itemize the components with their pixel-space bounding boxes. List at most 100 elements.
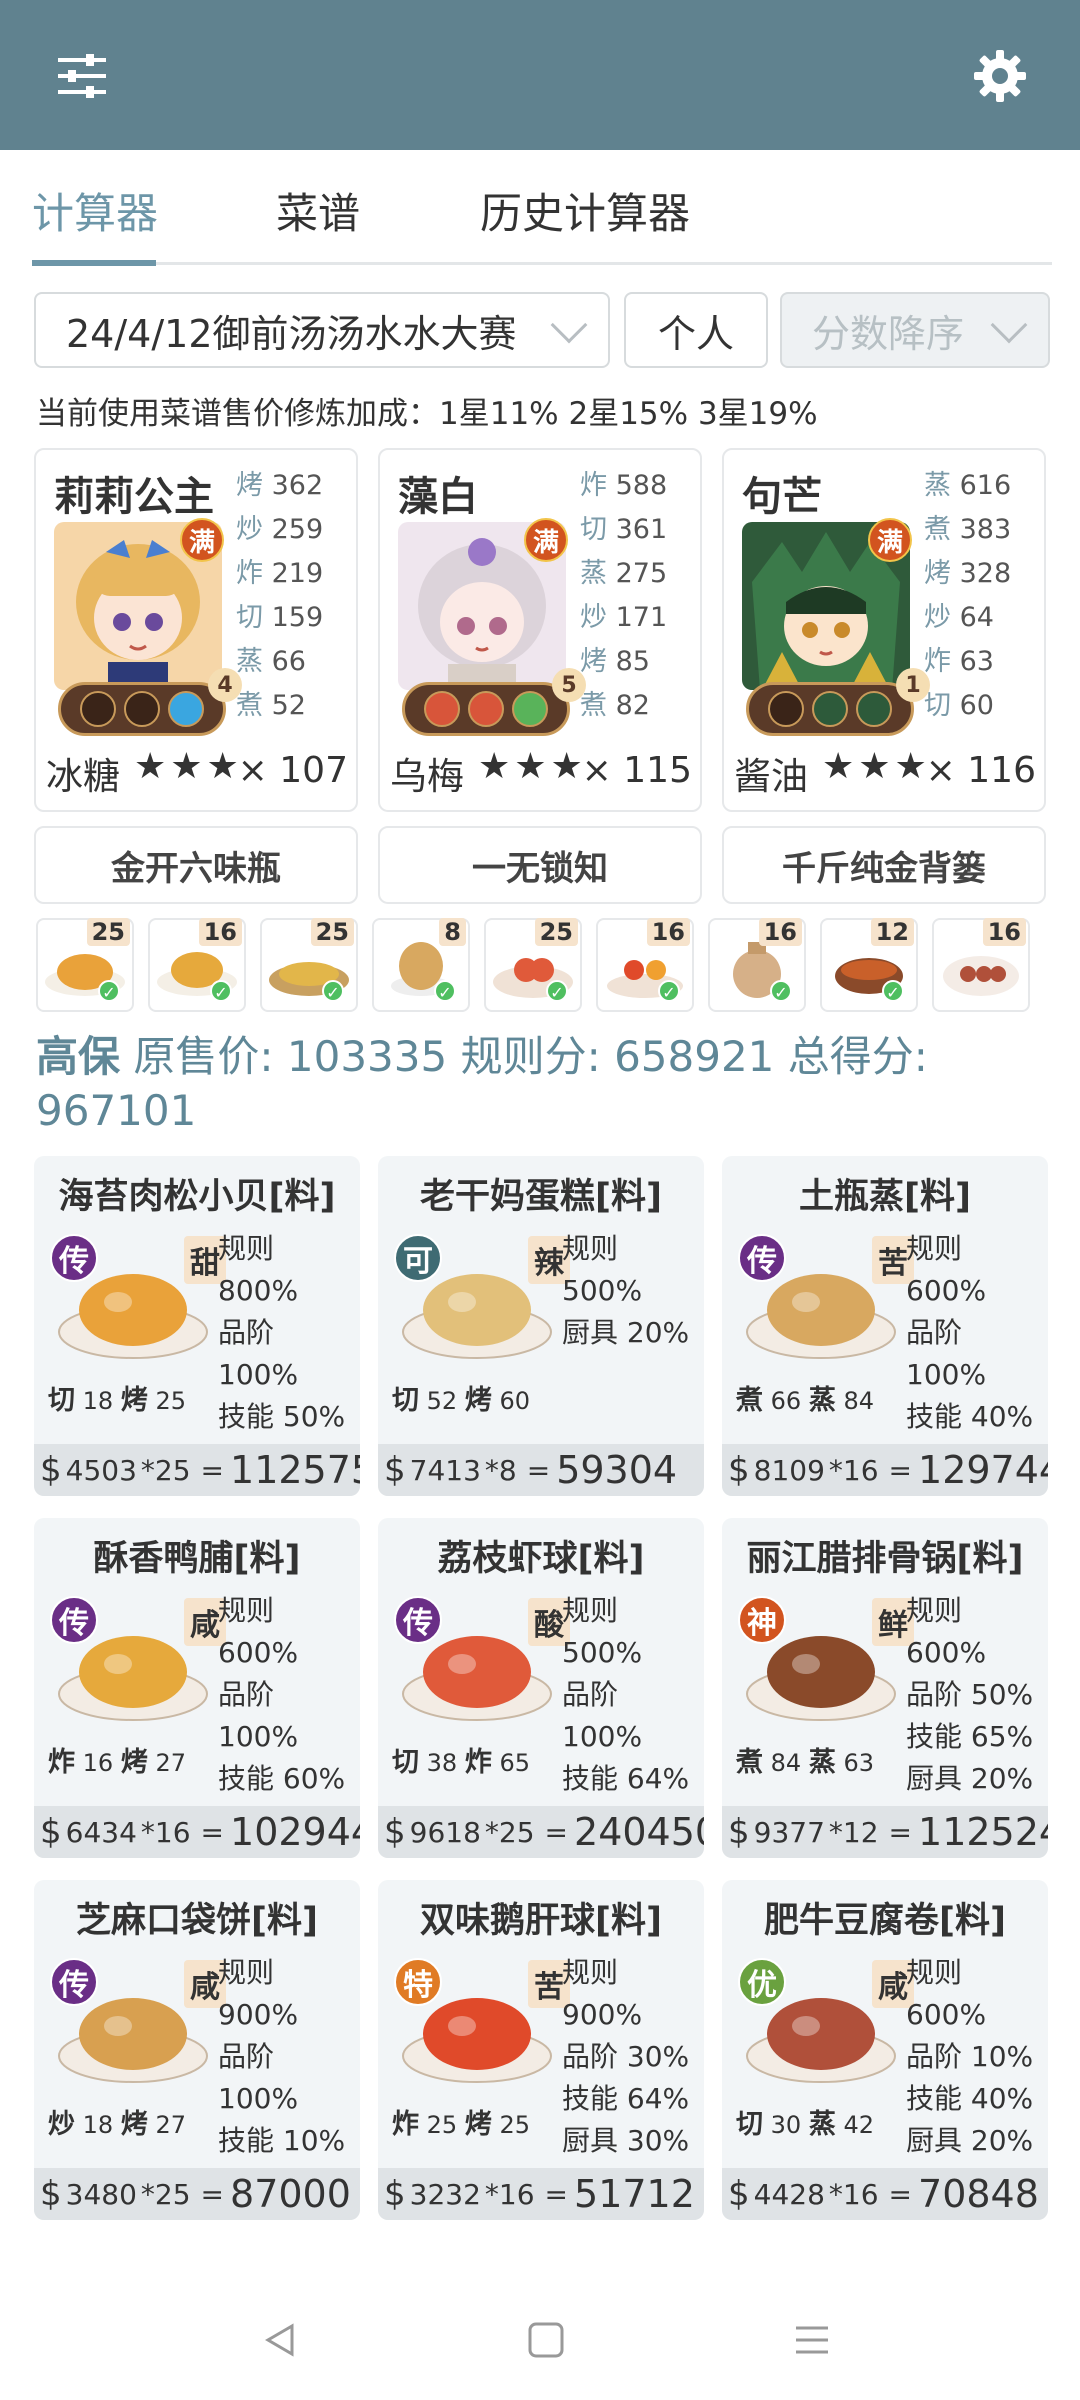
tab-divider bbox=[32, 262, 1052, 265]
stat-key: 蒸 bbox=[236, 646, 263, 677]
empty-slot-icon bbox=[80, 691, 116, 727]
rarity-badge: 传 bbox=[394, 1596, 442, 1644]
original-price: 103335 bbox=[286, 1032, 448, 1081]
rule-bonus: 技能 10% bbox=[218, 2124, 346, 2157]
stat-key: 炒 bbox=[924, 602, 951, 633]
equals-sign: = bbox=[200, 2177, 225, 2211]
rule-bonus: 技能 65% bbox=[906, 1720, 1034, 1753]
price-bar: $ 9618 *25 = 240450 bbox=[378, 1806, 704, 1858]
home-icon[interactable] bbox=[516, 2310, 576, 2370]
dish-thumb[interactable]: 16 ✓ bbox=[596, 918, 694, 1012]
sort-select[interactable]: 分数降序 bbox=[780, 292, 1050, 368]
rule-bonus: 厨具 20% bbox=[906, 2124, 1034, 2157]
dish-thumb[interactable]: 16 bbox=[932, 918, 1030, 1012]
rule-bonus: 规则 800% bbox=[218, 1232, 299, 1307]
rule-bonus: 厨具 20% bbox=[562, 1316, 690, 1349]
check-icon: ✓ bbox=[658, 980, 680, 1002]
price-bar: $ 3480 *25 = 87000 bbox=[34, 2168, 360, 2220]
rule-score: 658921 bbox=[614, 1032, 775, 1081]
dish-thumb[interactable]: 25 ✓ bbox=[36, 918, 134, 1012]
check-icon: ✓ bbox=[98, 980, 120, 1002]
quantity-multiplier: *8 bbox=[484, 1453, 517, 1487]
recipe-card[interactable]: 土瓶蒸[料] 传 苦 规则 600%品阶 100%技能 40%厨具 20%调料 … bbox=[722, 1156, 1048, 1496]
recipe-card[interactable]: 荔枝虾球[料] 传 酸 规则 500%品阶 100%技能 64%厨具 50%调料… bbox=[378, 1518, 704, 1858]
tab-history-calculator[interactable]: 历史计算器 bbox=[480, 180, 690, 241]
equals-sign: = bbox=[200, 1815, 225, 1849]
menu-icon[interactable] bbox=[782, 2310, 842, 2370]
price-bar: $ 6434 *16 = 102944 bbox=[34, 1806, 360, 1858]
dollar-icon: $ bbox=[384, 2174, 406, 2214]
recipe-total: 112575 bbox=[230, 1448, 360, 1492]
stat-value: 219 bbox=[271, 558, 324, 589]
skill-key: 煮 bbox=[736, 1747, 763, 1778]
tab-active-indicator bbox=[32, 260, 156, 266]
score-summary: 高保 原售价: 103335 规则分: 658921 总得分: 967101 bbox=[36, 1030, 1046, 1138]
skill-key: 炒 bbox=[48, 2109, 75, 2140]
dish-thumb[interactable]: 12 ✓ bbox=[820, 918, 918, 1012]
stat-key: 煮 bbox=[924, 514, 951, 545]
skill-value: 25 bbox=[155, 1387, 187, 1415]
equipment-button[interactable]: 金开六味瓶 bbox=[34, 826, 358, 904]
chef-card[interactable]: 句芒 蒸 616 煮 383 烤 328 炒 64 炸 63 切 60 满 1 … bbox=[722, 448, 1046, 812]
skill-key: 切 bbox=[736, 2109, 763, 2140]
recipe-card[interactable]: 双味鹅肝球[料] 特 苦 规则 900%品阶 30%技能 64%厨具 30%调料… bbox=[378, 1880, 704, 2220]
unit-price: 4428 bbox=[753, 2177, 825, 2211]
recipe-card[interactable]: 酥香鸭脯[料] 传 咸 规则 600%品阶 100%技能 60%厨具 20%调料… bbox=[34, 1518, 360, 1858]
price-bar: $ 9377 *12 = 112524 bbox=[722, 1806, 1048, 1858]
skill-key: 蒸 bbox=[808, 2109, 836, 2140]
contest-select[interactable]: 24/4/12御前汤汤水水大赛 bbox=[34, 292, 610, 368]
recipe-name: 芝麻口袋饼[料] bbox=[76, 1901, 318, 1941]
recipe-card[interactable]: 芝麻口袋饼[料] 传 咸 规则 900%品阶 100%技能 10%厨具 20%调… bbox=[34, 1880, 360, 2220]
recipe-card[interactable]: 丽江腊排骨锅[料] 神 鲜 规则 600%品阶 50%技能 65%厨具 20%调… bbox=[722, 1518, 1048, 1858]
tab-calculator[interactable]: 计算器 bbox=[32, 180, 158, 241]
skill-key: 切 bbox=[392, 1747, 419, 1778]
gear-icon[interactable] bbox=[960, 36, 1040, 116]
recipe-name: 双味鹅肝球[料] bbox=[420, 1901, 662, 1941]
chef-card[interactable]: 莉莉公主 烤 362 炒 259 炸 219 切 159 蒸 66 煮 52 满… bbox=[34, 448, 358, 812]
mode-select[interactable]: 个人 bbox=[624, 292, 768, 368]
rule-bonus: 品阶 100% bbox=[218, 2040, 299, 2115]
dish-thumb[interactable]: 25 ✓ bbox=[484, 918, 582, 1012]
back-icon[interactable] bbox=[250, 2310, 310, 2370]
bonus-info: 当前使用菜谱售价修炼加成：1星11% 2星15% 3星19% bbox=[36, 396, 818, 432]
recipe-total: 129744 bbox=[918, 1448, 1048, 1492]
equipment-button[interactable]: 千斤纯金背篓 bbox=[722, 826, 1046, 904]
skill-key: 切 bbox=[48, 1385, 75, 1416]
dollar-icon: $ bbox=[40, 1450, 62, 1490]
recipe-name: 土瓶蒸[料] bbox=[799, 1177, 971, 1217]
rule-bonus: 规则 900% bbox=[218, 1956, 299, 2031]
dish-thumb[interactable]: 16 ✓ bbox=[708, 918, 806, 1012]
unit-price: 4503 bbox=[65, 1453, 137, 1487]
dish-thumb[interactable]: 25 ✓ bbox=[260, 918, 358, 1012]
dish-thumb[interactable]: 8 ✓ bbox=[372, 918, 470, 1012]
skill-key: 蒸 bbox=[808, 1385, 836, 1416]
tab-bar: 计算器 菜谱 历史计算器 bbox=[0, 150, 1080, 268]
stat-key: 炒 bbox=[236, 514, 263, 545]
condiment-name: 冰糖 bbox=[46, 755, 120, 798]
tab-recipes[interactable]: 菜谱 bbox=[276, 180, 360, 241]
filter-sliders-icon[interactable] bbox=[42, 36, 122, 116]
contest-select-value: 24/4/12御前汤汤水水大赛 bbox=[66, 311, 517, 356]
rarity-badge: 传 bbox=[738, 1234, 786, 1282]
skill-value: 65 bbox=[499, 1749, 531, 1777]
recipe-card[interactable]: 老干妈蛋糕[料] 可 辣 规则 500% 厨具 20% 切 52 烤 60 $ 7… bbox=[378, 1156, 704, 1496]
rule-bonus: 规则 600% bbox=[906, 1594, 987, 1669]
skill-value: 25 bbox=[499, 2111, 531, 2139]
chef-stats: 炸 588 切 361 蒸 275 炒 171 烤 85 煮 82 bbox=[580, 464, 700, 728]
dish-thumb[interactable]: 16 ✓ bbox=[148, 918, 246, 1012]
dollar-icon: $ bbox=[728, 1450, 750, 1490]
equals-sign: = bbox=[888, 2177, 913, 2211]
stat-key: 炒 bbox=[580, 602, 607, 633]
stat-value: 52 bbox=[271, 690, 306, 721]
skill-key: 切 bbox=[392, 1385, 419, 1416]
rule-bonus: 规则 500% bbox=[562, 1232, 643, 1307]
chef-card[interactable]: 藻白 炸 588 切 361 蒸 275 炒 171 烤 85 煮 82 满 5… bbox=[378, 448, 702, 812]
condiment-quantity: × 115 bbox=[581, 750, 692, 791]
recipe-total: 70848 bbox=[918, 2172, 1039, 2216]
recipe-card[interactable]: 海苔肉松小贝[料] 传 甜 规则 800%品阶 100%技能 50%厨具 20%… bbox=[34, 1156, 360, 1496]
stat-value: 275 bbox=[615, 558, 668, 589]
unit-price: 9618 bbox=[409, 1815, 481, 1849]
equipment-button[interactable]: 一无锁知 bbox=[378, 826, 702, 904]
rule-bonus: 品阶 100% bbox=[218, 1316, 299, 1391]
recipe-card[interactable]: 肥牛豆腐卷[料] 优 咸 规则 600%品阶 10%技能 40%厨具 20%调料… bbox=[722, 1880, 1048, 2220]
